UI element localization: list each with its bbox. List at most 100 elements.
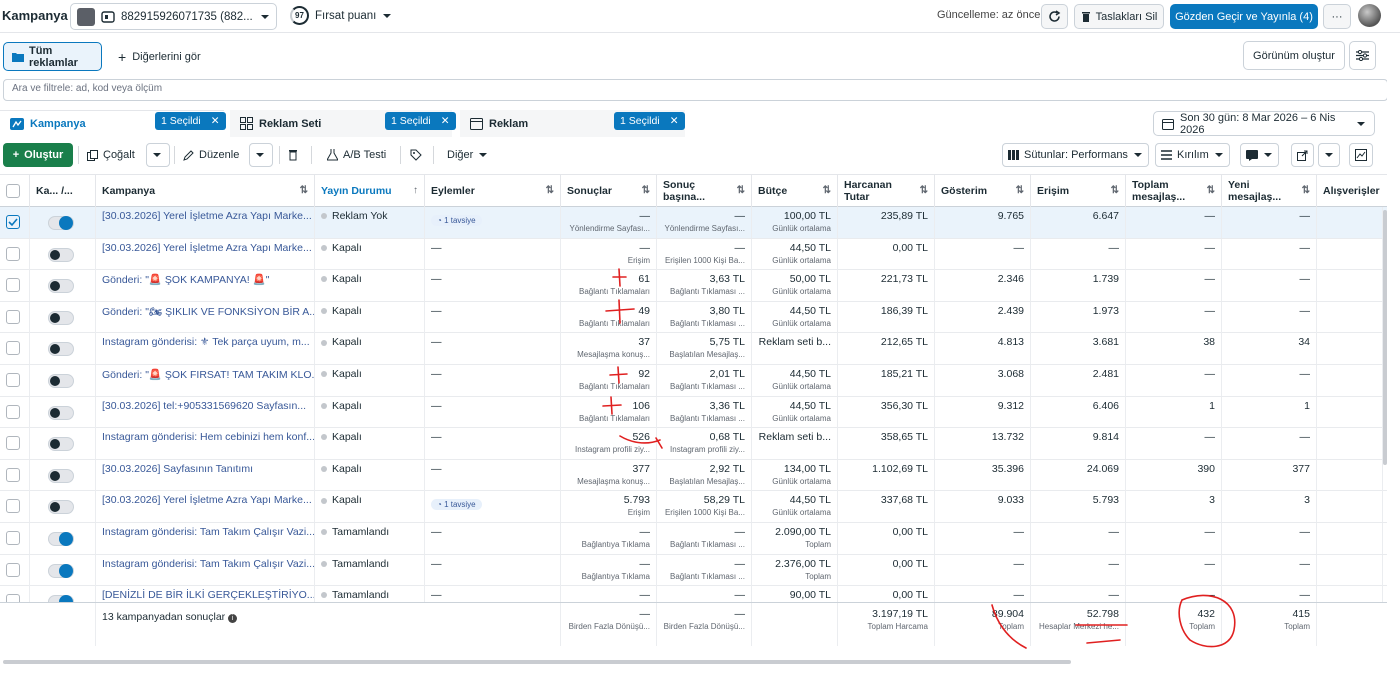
column-header[interactable]: Erişim ⇅ — [1031, 175, 1126, 207]
sort-icon[interactable]: ⇅ — [823, 185, 831, 197]
table-row[interactable]: Instagram gönderisi: ⚜ Tek parça uyum, m… — [0, 333, 1400, 365]
refresh-button[interactable] — [1041, 4, 1068, 29]
campaign-name-link[interactable]: [DENİZLİ DE BİR İLKİ GERÇEKLEŞTİRİYO... — [102, 589, 314, 601]
column-header[interactable]: Ka... /... — [30, 175, 96, 207]
export-dropdown[interactable] — [1318, 143, 1340, 167]
column-header[interactable]: Harcanan Tutar ⇅ — [838, 175, 935, 207]
chart-button[interactable] — [1349, 143, 1373, 167]
campaign-toggle[interactable] — [48, 532, 74, 546]
campaign-toggle[interactable] — [48, 563, 74, 578]
ab-test-button[interactable]: A/B Testi — [322, 143, 391, 167]
campaign-toggle[interactable] — [48, 468, 74, 483]
horizontal-scrollbar[interactable] — [3, 660, 1071, 664]
campaign-name-link[interactable]: Gönderi: "🚨 ŞOK KAMPANYA! 🚨" — [102, 274, 269, 286]
campaign-name-link[interactable]: [30.03.2026] Yerel İşletme Azra Yapı Mar… — [102, 494, 312, 506]
row-checkbox[interactable] — [6, 531, 20, 545]
avatar[interactable] — [1358, 4, 1381, 27]
delete-button[interactable] — [283, 143, 303, 167]
campaign-name-link[interactable]: Instagram gönderisi: ⚜ Tek parça uyum, m… — [102, 336, 310, 348]
edit-dropdown[interactable] — [249, 143, 273, 167]
export-button[interactable] — [1291, 143, 1314, 167]
ad-selected-chip[interactable]: 1 Seçildi ✕ — [614, 112, 685, 130]
column-header[interactable]: Toplam mesajlaş... ⇅ — [1126, 175, 1222, 207]
publish-button[interactable]: Gözden Geçir ve Yayınla (4) — [1170, 4, 1318, 29]
campaign-name-link[interactable]: Gönderi: "🏍 ŞIKLIK VE FONKSİYON BİR A... — [102, 306, 314, 318]
campaign-toggle[interactable] — [48, 405, 74, 420]
tag-button[interactable] — [405, 143, 427, 167]
campaign-toggle[interactable] — [48, 342, 74, 357]
sort-icon[interactable]: ⇅ — [642, 185, 650, 197]
see-others-button[interactable]: + Diğerlerini gör — [118, 49, 201, 65]
campaign-name-link[interactable]: Instagram gönderisi: Tam Takım Çalışır V… — [102, 526, 314, 538]
column-header[interactable]: Eylemler ⇅ — [425, 175, 561, 207]
column-header[interactable]: Sonuçlar ⇅ — [561, 175, 657, 207]
campaign-name-link[interactable]: [30.03.2026] Yerel İşletme Azra Yapı Mar… — [102, 210, 312, 222]
duplicate-button[interactable]: Çoğalt — [82, 143, 140, 167]
select-all-header[interactable] — [0, 175, 30, 207]
row-checkbox[interactable] — [6, 341, 20, 356]
create-button[interactable]: + Oluştur — [3, 143, 73, 167]
row-checkbox[interactable] — [6, 467, 20, 482]
column-header[interactable]: Sonuç başına... ⇅ — [657, 175, 752, 207]
sort-icon[interactable]: ⇅ — [300, 185, 308, 197]
sort-icon[interactable]: ↑ — [413, 185, 418, 197]
row-checkbox[interactable] — [6, 404, 20, 419]
column-header[interactable]: Yeni mesajlaş... ⇅ — [1222, 175, 1317, 207]
close-icon[interactable]: ✕ — [670, 115, 679, 127]
sort-icon[interactable]: ⇅ — [1207, 185, 1215, 197]
info-icon[interactable]: i — [228, 614, 238, 623]
select-all-checkbox[interactable] — [6, 184, 20, 198]
campaign-toggle[interactable] — [48, 247, 74, 262]
campaign-name-link[interactable]: [30.03.2026] tel:+905331569620 Sayfasın.… — [102, 400, 306, 412]
sort-icon[interactable]: ⇅ — [546, 185, 554, 197]
columns-button[interactable]: Sütunlar: Performans — [1002, 143, 1149, 167]
duplicate-dropdown[interactable] — [146, 143, 170, 167]
row-checkbox[interactable] — [6, 373, 20, 387]
edit-button[interactable]: Düzenle — [178, 143, 244, 167]
sort-icon[interactable]: ⇅ — [737, 185, 745, 197]
table-row[interactable]: [30.03.2026] Yerel İşletme Azra Yapı Mar… — [0, 207, 1400, 239]
campaign-selected-chip[interactable]: 1 Seçildi ✕ — [155, 112, 226, 130]
table-row[interactable]: [30.03.2026] Yerel İşletme Azra Yapı Mar… — [0, 491, 1400, 523]
campaign-toggle[interactable] — [48, 437, 74, 452]
discard-drafts-button[interactable]: Taslakları Sil — [1074, 4, 1164, 29]
row-checkbox[interactable] — [6, 499, 20, 514]
table-row[interactable]: Gönderi: "🚨 ŞOK KAMPANYA! 🚨" Kapalı —61 Bağ… — [0, 270, 1400, 302]
other-menu-button[interactable]: Diğer — [442, 143, 493, 167]
more-options-button[interactable]: ··· — [1323, 4, 1351, 29]
create-view-button[interactable]: Görünüm oluştur — [1243, 41, 1345, 70]
column-header[interactable]: Yayın Durumu ↑ — [315, 175, 425, 207]
recommendation-badge[interactable]: ◔ 1 tavsiye — [431, 215, 482, 226]
sort-icon[interactable]: ⇅ — [1016, 185, 1024, 197]
column-header[interactable]: Kampanya ⇅ — [96, 175, 315, 207]
adset-selected-chip[interactable]: 1 Seçildi ✕ — [385, 112, 456, 130]
table-row[interactable]: Instagram gönderisi: Tam Takım Çalışır V… — [0, 554, 1400, 587]
table-row[interactable]: Instagram gönderisi: Hem cebinizi hem ko… — [0, 428, 1400, 460]
table-row[interactable]: Instagram gönderisi: Tam Takım Çalışır V… — [0, 523, 1400, 555]
recommendation-badge[interactable]: ◔ 1 tavsiye — [431, 499, 482, 511]
campaign-toggle[interactable] — [48, 374, 74, 388]
table-row[interactable]: Gönderi: "🏍 ŞIKLIK VE FONKSİYON BİR A...… — [0, 301, 1400, 334]
column-header[interactable]: Bütçe ⇅ — [752, 175, 838, 207]
sort-icon[interactable]: ⇅ — [1111, 185, 1119, 197]
breakdown-button[interactable]: Kırılım — [1155, 143, 1230, 167]
row-checkbox[interactable] — [6, 562, 20, 577]
table-row[interactable]: [30.03.2026] Sayfasının Tanıtımı Kapalı — 3… — [0, 459, 1400, 492]
all-ads-tab[interactable]: Tüm reklamlar — [3, 42, 102, 71]
campaign-name-link[interactable]: Instagram gönderisi: Tam Takım Çalışır V… — [102, 558, 314, 570]
table-row[interactable]: [30.03.2026] Yerel İşletme Azra Yapı Mar… — [0, 238, 1400, 271]
settings-button[interactable] — [1349, 41, 1376, 70]
campaign-name-link[interactable]: [30.03.2026] Sayfasının Tanıtımı — [102, 463, 253, 475]
row-checkbox[interactable] — [6, 278, 20, 293]
reports-button[interactable] — [1240, 143, 1279, 167]
account-selector[interactable]: 882915926071735 (882... — [70, 3, 277, 30]
row-checkbox[interactable] — [6, 246, 20, 261]
campaign-name-link[interactable]: Gönderi: "🚨 ŞOK FIRSAT! TAM TAKIM KLO... — [102, 369, 314, 381]
opportunity-score[interactable]: 97 Fırsat puanı — [290, 6, 392, 25]
date-range-picker[interactable]: Son 30 gün: 8 Mar 2026 – 6 Nis 2026 — [1153, 111, 1375, 136]
column-header[interactable]: Gösterim ⇅ — [935, 175, 1031, 207]
campaign-toggle[interactable] — [48, 216, 74, 230]
table-row[interactable]: [30.03.2026] tel:+905331569620 Sayfasın.… — [0, 396, 1400, 429]
row-checkbox[interactable] — [6, 309, 20, 324]
sort-icon[interactable]: ⇅ — [1302, 185, 1310, 197]
